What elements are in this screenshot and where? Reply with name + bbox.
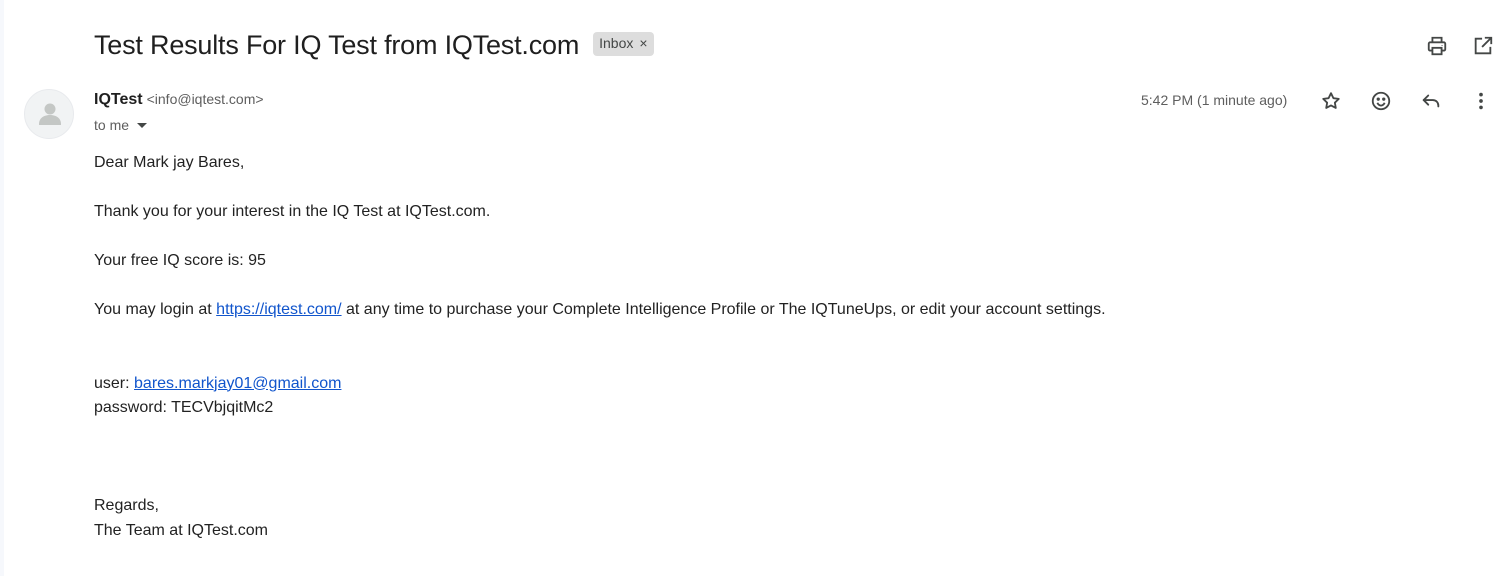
sender-email: <info@iqtest.com>: [146, 91, 264, 107]
chevron-down-icon[interactable]: [137, 122, 148, 128]
login-link[interactable]: https://iqtest.com/: [216, 301, 341, 318]
score-text: Your free IQ score is: 95: [94, 252, 266, 269]
inbox-label-chip[interactable]: Inbox ×: [593, 31, 654, 56]
person-avatar-icon: [39, 103, 61, 125]
login-suffix: at any time to purchase your Complete In…: [346, 301, 1106, 318]
reply-icon[interactable]: [1420, 90, 1442, 112]
sender-avatar[interactable]: [24, 89, 74, 139]
star-icon[interactable]: [1320, 90, 1342, 112]
email-subject: Test Results For IQ Test from IQTest.com: [94, 30, 580, 60]
emoji-reaction-icon[interactable]: [1370, 90, 1392, 112]
recipients-toggle[interactable]: to me: [94, 117, 148, 133]
password-line: password: TECVbjqitMc2: [94, 399, 274, 416]
thanks-text: Thank you for your interest in the IQ Te…: [94, 203, 491, 220]
remove-label-button[interactable]: ×: [639, 35, 647, 51]
sender-line: IQTest <info@iqtest.com>: [94, 91, 264, 109]
login-prefix: You may login at: [94, 301, 212, 318]
recipients-text: to me: [94, 117, 130, 133]
signature-text: The Team at IQTest.com: [94, 521, 268, 539]
sender-name[interactable]: IQTest: [94, 91, 143, 109]
thread-actions: [1426, 35, 1494, 57]
regards-text: Regards,: [94, 497, 159, 514]
message-actions: [1320, 90, 1492, 112]
greeting-text: Dear Mark jay Bares,: [94, 154, 245, 171]
inbox-label-text: Inbox: [599, 35, 634, 51]
more-vert-icon[interactable]: [1470, 90, 1492, 112]
print-icon[interactable]: [1426, 35, 1448, 57]
user-label: user:: [94, 374, 130, 392]
login-paragraph: You may login at https://iqtest.com/ at …: [94, 298, 1106, 323]
user-line: user: bares.markjay01@gmail.com: [94, 372, 1106, 397]
user-email-link[interactable]: bares.markjay01@gmail.com: [134, 375, 341, 392]
subject-row: Test Results For IQ Test from IQTest.com…: [94, 30, 654, 61]
open-in-new-window-icon[interactable]: [1472, 35, 1494, 57]
left-edge-panel: [0, 0, 4, 576]
message-body: Dear Mark jay Bares, Thank you for your …: [94, 151, 1106, 543]
email-view: Test Results For IQ Test from IQTest.com…: [0, 0, 1510, 576]
message-time: 5:42 PM (1 minute ago): [1141, 92, 1288, 108]
